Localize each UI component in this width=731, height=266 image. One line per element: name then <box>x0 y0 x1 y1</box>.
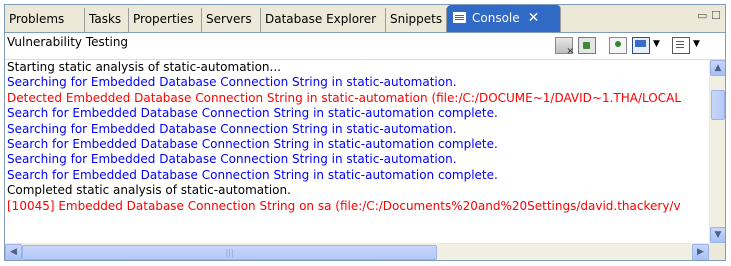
console-line: Searching for Embedded Database Connecti… <box>7 152 457 167</box>
tab-snippets-label: Snippets <box>390 12 443 26</box>
console-output[interactable]: Starting static analysis of static-autom… <box>5 60 709 243</box>
console-line: Searching for Embedded Database Connecti… <box>7 75 457 90</box>
tab-database-explorer-label: Database Explorer <box>265 12 377 26</box>
console-view: Problems Tasks Properties Servers Databa… <box>4 4 726 261</box>
console-toolbar: Vulnerability Testing ▼ ▼ <box>5 33 725 60</box>
tab-servers[interactable]: Servers <box>202 8 261 32</box>
tab-tasks-label: Tasks <box>89 12 122 26</box>
tab-properties[interactable]: Properties <box>129 8 202 32</box>
console-line: Completed static analysis of static-auto… <box>7 183 291 198</box>
horizontal-scrollbar[interactable]: ◀ ||| ▶ <box>5 243 709 260</box>
pin-console-icon[interactable] <box>609 37 627 54</box>
scroll-down-button[interactable]: ▼ <box>710 227 725 243</box>
console-line: [10045] Embedded Database Connection Str… <box>7 198 681 213</box>
minimize-view-button[interactable]: ▭ <box>697 9 707 22</box>
close-icon[interactable]: ✕ <box>528 10 540 26</box>
scroll-up-button[interactable]: ▲ <box>710 60 725 76</box>
console-line: Searching for Embedded Database Connecti… <box>7 121 457 136</box>
tab-tasks[interactable]: Tasks <box>85 8 129 32</box>
console-line: Search for Embedded Database Connection … <box>7 106 498 121</box>
console-line: Starting static analysis of static-autom… <box>7 60 281 74</box>
tab-problems-label: Problems <box>9 12 65 26</box>
tab-console[interactable]: Console ✕ <box>447 5 561 32</box>
tab-snippets[interactable]: Snippets <box>386 8 447 32</box>
tab-problems[interactable]: Problems <box>5 8 85 32</box>
vertical-scroll-thumb[interactable] <box>711 90 725 120</box>
open-console-icon[interactable] <box>672 37 690 54</box>
console-line: Search for Embedded Database Connection … <box>7 137 498 152</box>
clear-console-icon[interactable] <box>555 37 574 57</box>
console-line: Search for Embedded Database Connection … <box>7 167 498 182</box>
tab-database-explorer[interactable]: Database Explorer <box>261 8 386 32</box>
vertical-scrollbar[interactable]: ▲ ▼ <box>709 60 725 243</box>
scroll-left-button[interactable]: ◀ <box>5 244 22 260</box>
tab-console-label: Console <box>472 11 520 25</box>
horizontal-scroll-thumb[interactable]: ||| <box>22 245 437 260</box>
display-console-icon[interactable] <box>632 37 650 54</box>
maximize-view-button[interactable]: ☐ <box>711 9 721 22</box>
chevron-down-icon[interactable]: ▼ <box>693 39 700 49</box>
tab-servers-label: Servers <box>206 12 252 26</box>
console-line: Detected Embedded Database Connection St… <box>7 90 682 105</box>
chevron-down-icon[interactable]: ▼ <box>653 39 660 49</box>
console-title: Vulnerability Testing <box>7 35 129 49</box>
view-tab-bar: Problems Tasks Properties Servers Databa… <box>5 5 725 33</box>
scroll-lock-icon[interactable] <box>578 37 596 54</box>
scroll-right-button[interactable]: ▶ <box>692 244 709 260</box>
scrollbar-corner <box>709 243 725 260</box>
tab-properties-label: Properties <box>133 12 194 26</box>
console-icon <box>453 12 466 23</box>
